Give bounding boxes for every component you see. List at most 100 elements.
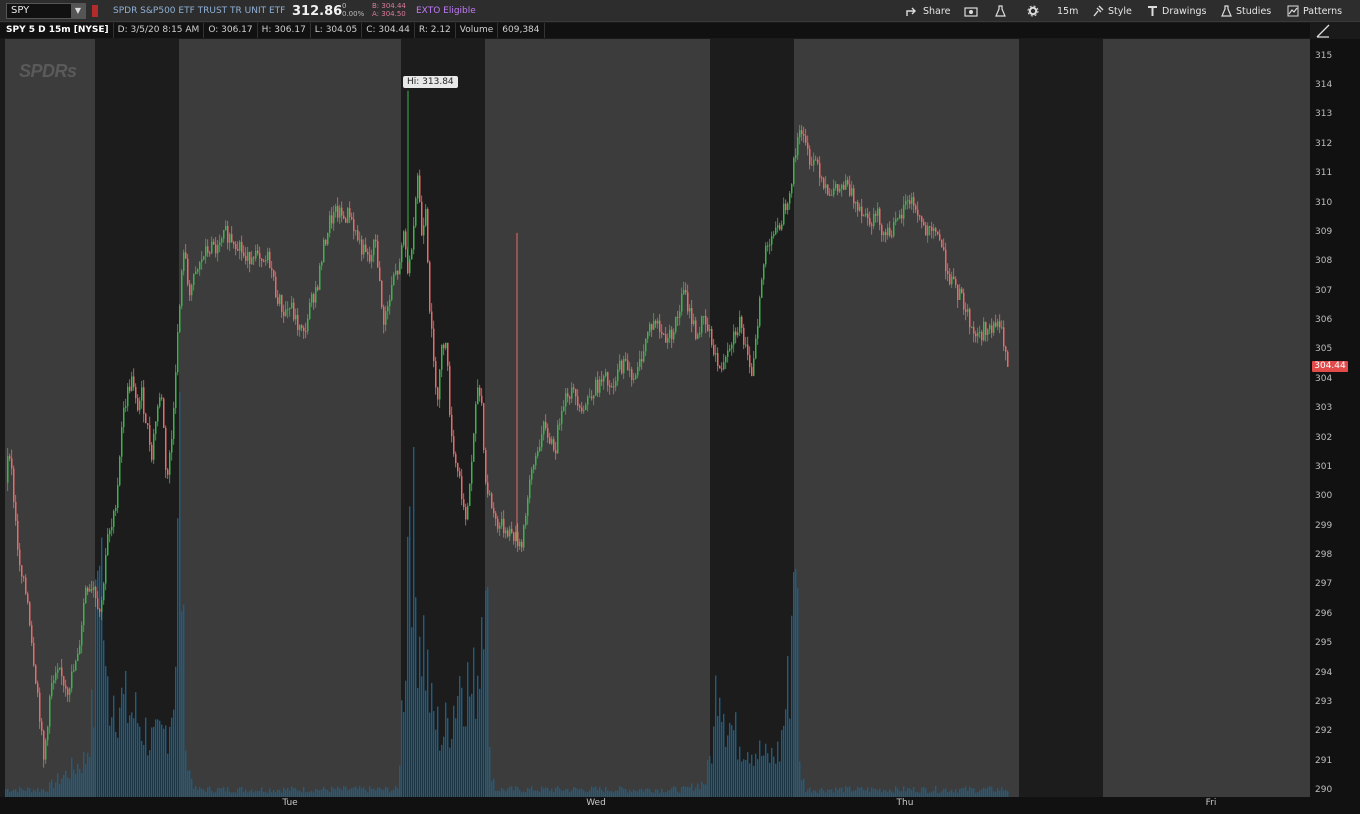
candle-body: [617, 369, 619, 382]
candle-body: [757, 326, 759, 339]
ask-value: A: 304.50: [372, 10, 406, 18]
volume-bar: [623, 788, 625, 797]
candle-body: [631, 369, 633, 380]
candle-body: [241, 241, 243, 253]
timeframe-label: 15m: [1057, 5, 1079, 17]
price-axis[interactable]: 315 314 313 312 311 310 309 308 307 306 305 304 303 3…: [1310, 39, 1360, 797]
volume-bar: [73, 769, 75, 797]
timeframe-button[interactable]: 15m: [1057, 4, 1078, 18]
volume-bar: [671, 788, 673, 797]
candle-body: [317, 287, 319, 290]
volume-bar: [641, 788, 643, 797]
thinklab-button[interactable]: [995, 4, 1006, 18]
volume-bar: [579, 789, 581, 797]
candle-body: [193, 274, 195, 286]
candle-body: [699, 332, 701, 335]
volume-bar: [913, 787, 915, 797]
candle-body: [171, 438, 173, 453]
candle-body: [901, 214, 903, 219]
share-button[interactable]: Share: [906, 4, 950, 18]
candle-body: [923, 221, 925, 226]
candle-body: [969, 309, 971, 328]
candle-body: [151, 444, 153, 460]
volume-bar: [69, 778, 71, 797]
drawing-tool-icon[interactable]: [1316, 24, 1330, 38]
candle-body: [451, 414, 453, 437]
candle-body: [203, 256, 205, 260]
candle-body: [591, 396, 593, 399]
volume-bar: [759, 740, 761, 797]
candle-body: [393, 274, 395, 285]
volume-bar: [189, 770, 191, 797]
candle-body: [985, 321, 987, 335]
candle-body: [627, 360, 629, 371]
candle-body: [837, 184, 839, 192]
volume-bar: [911, 790, 913, 797]
volume-bar: [99, 565, 101, 797]
volume-bar: [621, 787, 623, 797]
candle-body: [553, 439, 555, 451]
volume-bar: [423, 615, 425, 797]
session-band-regular: [485, 39, 710, 797]
candle-body: [549, 437, 551, 444]
candle-body: [161, 397, 163, 399]
candle-body: [329, 215, 331, 233]
candle-body: [785, 203, 787, 211]
volume-bar: [649, 789, 651, 797]
price-chart[interactable]: SPDRs Hi: 313.84: [5, 39, 1310, 797]
chart-canvas[interactable]: [5, 39, 1310, 797]
candle-body: [537, 451, 539, 456]
candle-body: [931, 227, 933, 231]
patterns-button[interactable]: Patterns: [1287, 4, 1342, 18]
settings-button[interactable]: [1027, 4, 1039, 18]
patterns-icon: [1287, 5, 1299, 17]
volume-bar: [315, 788, 317, 797]
candle-body: [103, 583, 105, 601]
candle-body: [435, 361, 437, 388]
candle-body: [695, 320, 697, 339]
volume-bar: [181, 611, 183, 797]
volume-bar: [93, 727, 95, 797]
snapshot-button[interactable]: [964, 4, 978, 18]
volume-bar: [767, 753, 769, 797]
price-tick-label: 306: [1315, 315, 1333, 326]
candle-body: [267, 251, 269, 261]
volume-bar: [757, 759, 759, 797]
candle-body: [919, 215, 921, 217]
symbol-input[interactable]: SPY ▼: [6, 3, 86, 19]
volume-bar: [735, 712, 737, 797]
volume-bar: [385, 786, 387, 797]
volume-bar: [333, 788, 335, 797]
candle-body: [181, 270, 183, 307]
volume-bar: [397, 788, 399, 797]
volume-bar: [111, 717, 113, 797]
volume-bar: [619, 786, 621, 797]
studies-button[interactable]: Studies: [1221, 4, 1271, 18]
price-tick-label: 307: [1315, 285, 1333, 296]
volume-bar: [139, 726, 141, 797]
volume-bar: [875, 788, 877, 797]
link-flag-icon[interactable]: [92, 5, 98, 17]
candle-body: [359, 239, 361, 241]
volume-bar: [867, 787, 869, 797]
candle-body: [803, 134, 805, 136]
volume-bar: [371, 789, 373, 797]
info-volume-label: Volume: [456, 23, 499, 38]
style-button[interactable]: Style: [1092, 4, 1132, 18]
volume-bar: [707, 759, 709, 797]
candle-body: [557, 424, 559, 454]
candle-body: [93, 587, 95, 590]
drawings-button[interactable]: Drawings: [1147, 4, 1206, 18]
candle-body: [685, 290, 687, 293]
volume-bar: [269, 788, 271, 797]
candle-body: [185, 252, 187, 259]
time-axis[interactable]: Tue Wed Thu Fri: [0, 797, 1360, 814]
candle-body: [911, 197, 913, 204]
candle-body: [623, 359, 625, 374]
volume-bar: [441, 744, 443, 797]
volume-bar: [749, 763, 751, 797]
volume-bar: [745, 759, 747, 797]
candle-body: [367, 252, 369, 255]
volume-bar: [71, 757, 73, 797]
chevron-down-icon[interactable]: ▼: [71, 4, 85, 18]
